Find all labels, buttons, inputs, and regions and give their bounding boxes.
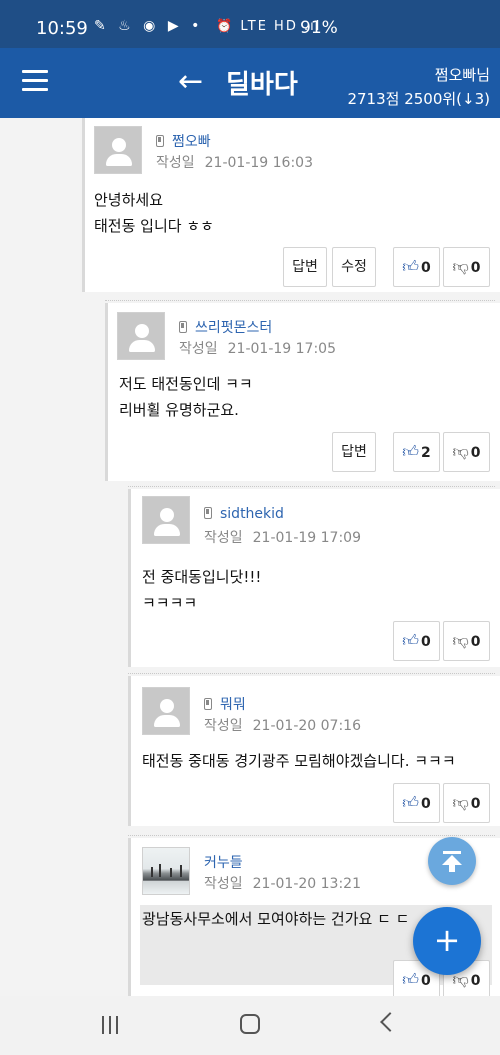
dislike-button[interactable]: 👎︎ 0 [443, 432, 490, 472]
thumbs-up-icon: 👍︎ [402, 793, 419, 812]
avatar[interactable] [142, 847, 190, 895]
thumbs-down-icon: 👎︎ [452, 631, 469, 650]
comment-thread[interactable]: 쩜오빠 작성일 21-01-19 16:03 안녕하세요 태전동 입니다 ㅎㅎ 답… [0, 118, 500, 996]
user-stats: 2713점 2500위(↓3) [347, 90, 490, 108]
comment-author[interactable]: 뭐뭐 [204, 694, 246, 714]
dislike-button[interactable]: 👎︎ 0 [443, 621, 490, 661]
comment-item: 쓰리펏몬스터 작성일 21-01-19 17:05 저도 태전동인데 ㅋㅋ 리버휠… [105, 303, 500, 481]
back-icon[interactable] [380, 1012, 400, 1032]
hamburger-icon[interactable] [22, 70, 48, 92]
comment-body: 저도 태전동인데 ㅋㅋ 리버휠 유명하군요. [119, 375, 253, 419]
comment-item: sidthekid 작성일 21-01-19 17:09 전 중대동입니닷!!! … [128, 489, 500, 667]
app-bar: ← 딜바다 쩜오빠님 2713점 2500위(↓3) [0, 48, 500, 118]
like-button[interactable]: 👍︎ 0 [393, 621, 440, 661]
thread-indent-bar [128, 838, 131, 996]
recents-icon[interactable] [100, 1016, 120, 1034]
divider [128, 673, 495, 674]
comment-body: 안녕하세요 태전동 입니다 ㅎㅎ [94, 191, 214, 235]
thumbs-up-icon: 👍︎ [402, 257, 419, 276]
status-bar: 10:59 ✎ ♨ ◉ ▶ • ⏰ LTE HD .ıl 91% [0, 0, 500, 48]
comment-item: 뭐뭐 작성일 21-01-20 07:16 태전동 중대동 경기광주 모림해야겠습… [128, 676, 500, 826]
comment-item: 쩜오빠 작성일 21-01-19 16:03 안녕하세요 태전동 입니다 ㅎㅎ 답… [82, 118, 500, 292]
dislike-button[interactable]: 👎︎ 0 [443, 783, 490, 823]
battery-level: 91% [300, 18, 338, 38]
avatar[interactable] [94, 126, 142, 174]
scroll-top-button[interactable] [428, 837, 476, 885]
system-nav-bar [0, 996, 500, 1055]
comment-body: 태전동 중대동 경기광주 모림해야겠습니다. ㅋㅋㅋ [142, 752, 456, 770]
like-button[interactable]: 👍︎ 0 [393, 247, 440, 287]
edit-button[interactable]: 수정 [332, 247, 376, 287]
divider [128, 835, 495, 836]
comment-date: 작성일 21-01-19 16:03 [156, 155, 313, 171]
status-time: 10:59 [36, 18, 88, 39]
thumbs-up-icon: 👍︎ [402, 970, 419, 989]
thumbs-down-icon: 👎︎ [452, 793, 469, 812]
like-button[interactable]: 👍︎ 2 [393, 432, 440, 472]
notification-icons: ✎ ♨ ◉ ▶ • [94, 18, 204, 34]
arrow-up-to-line-icon [443, 851, 461, 854]
thumbs-down-icon: 👎︎ [452, 257, 469, 276]
thumbs-up-icon: 👍︎ [402, 442, 419, 461]
home-icon[interactable] [240, 1014, 260, 1034]
comment-date: 작성일 21-01-19 17:09 [204, 530, 361, 546]
thumbs-up-icon: 👍︎ [402, 631, 419, 650]
user-name[interactable]: 쩜오빠님 [435, 64, 490, 85]
add-button[interactable]: + [413, 907, 481, 975]
divider [105, 300, 495, 301]
comment-body: 광남동사무소에서 모여야하는 건가요 ㄷ ㄷ [142, 910, 410, 928]
like-button[interactable]: 👍︎ 0 [393, 783, 440, 823]
comment-author[interactable]: sidthekid [204, 506, 284, 522]
comment-author[interactable]: 쩜오빠 [156, 131, 211, 151]
mobile-icon [204, 698, 212, 710]
divider [128, 486, 495, 487]
avatar[interactable] [117, 312, 165, 360]
thread-indent-bar [128, 489, 131, 667]
comment-author[interactable]: 쓰리펏몬스터 [179, 317, 272, 337]
thread-indent-bar [105, 303, 108, 481]
dislike-button[interactable]: 👎︎ 0 [443, 247, 490, 287]
comment-date: 작성일 21-01-20 07:16 [204, 718, 361, 734]
reply-button[interactable]: 답변 [332, 432, 376, 472]
thumbs-down-icon: 👎︎ [452, 442, 469, 461]
mobile-icon [156, 135, 164, 147]
comment-date: 작성일 21-01-19 17:05 [179, 341, 336, 357]
comment-author[interactable]: 커누들 [204, 852, 243, 872]
avatar[interactable] [142, 687, 190, 735]
reply-button[interactable]: 답변 [283, 247, 327, 287]
app-title: 딜바다 [226, 70, 298, 100]
mobile-icon [179, 321, 187, 333]
arrow-left-icon[interactable]: ← [178, 62, 203, 102]
plus-icon: + [433, 921, 461, 959]
comment-date: 작성일 21-01-20 13:21 [204, 876, 361, 892]
comment-body: 전 중대동입니닷!!! ㅋㅋㅋㅋ [142, 568, 262, 612]
thread-indent-bar [82, 118, 85, 292]
avatar[interactable] [142, 496, 190, 544]
thread-indent-bar [128, 676, 131, 826]
mobile-icon [204, 507, 212, 519]
